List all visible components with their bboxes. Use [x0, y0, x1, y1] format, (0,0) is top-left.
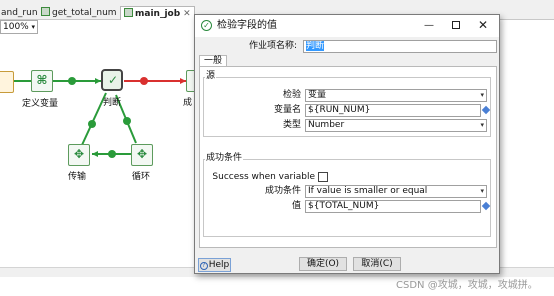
condition-label: 成功条件: [264, 186, 301, 196]
check-field-value-dialog: ✓ 检验字段的值 — ✕ 作业项名称: 判断 一般 源 检验 变量 ▾ 变量名 $…: [194, 14, 500, 274]
value-label: 值: [291, 201, 301, 211]
job-name-input[interactable]: 判断: [303, 40, 497, 53]
hop-ok-badge: [123, 117, 131, 125]
success-when-label: Success when variable: [212, 172, 315, 182]
tab-main-job[interactable]: main_job ✕: [120, 6, 195, 20]
job-icon: [124, 8, 133, 17]
chevron-down-icon: ▾: [31, 23, 35, 31]
cancel-button[interactable]: 取消(C): [353, 257, 401, 271]
zoom-select[interactable]: 100% ▾: [0, 20, 38, 34]
check-icon: ✓: [107, 73, 119, 87]
node-label: 传输: [68, 172, 87, 182]
dialog-titlebar[interactable]: ✓ 检验字段的值 — ✕: [195, 15, 499, 37]
maximize-icon: [452, 21, 460, 29]
arrowhead: [92, 151, 98, 157]
loop-icon: ✥: [136, 147, 148, 161]
transfer-node[interactable]: ✥: [68, 144, 90, 166]
close-tab-icon[interactable]: ✕: [183, 9, 191, 19]
watermark: CSDN @攻城，攻城，攻城拼。: [396, 280, 538, 291]
condition-select[interactable]: If value is smaller or equal ▾: [305, 185, 487, 198]
dialog-title: 检验字段的值: [217, 20, 277, 31]
check-label: 检验: [282, 90, 301, 100]
judge-node[interactable]: ✓: [101, 69, 123, 91]
define-variable-node[interactable]: ⌘: [31, 70, 53, 92]
hop-false-badge: [140, 77, 148, 85]
type-label: 类型: [282, 120, 301, 130]
start-node[interactable]: [0, 71, 14, 93]
variable-name-input[interactable]: ${RUN_NUM}: [305, 104, 481, 117]
node-label: 定义变量: [22, 99, 59, 109]
value-input[interactable]: ${TOTAL_NUM}: [305, 200, 481, 213]
tab-and-run[interactable]: and_run: [0, 6, 41, 20]
success-when-checkbox[interactable]: [318, 172, 328, 182]
check-select[interactable]: 变量 ▾: [305, 89, 487, 102]
success-group-title: 成功条件: [205, 153, 244, 164]
hop-ok-badge: [108, 150, 116, 158]
close-button[interactable]: ✕: [472, 17, 494, 34]
node-label: 成: [183, 98, 193, 108]
job-name-label: 作业项名称:: [248, 41, 297, 51]
check-circle-icon: ✓: [201, 20, 212, 31]
job-icon: [41, 7, 50, 16]
chevron-down-icon: ▾: [480, 121, 484, 129]
loop-node[interactable]: ✥: [131, 144, 153, 166]
maximize-button[interactable]: [445, 17, 467, 34]
help-button[interactable]: ? Help: [198, 258, 231, 272]
chevron-down-icon: ▾: [480, 187, 484, 195]
hop-ok-badge: [68, 77, 76, 85]
transform-icon: ✥: [73, 147, 85, 161]
help-icon: ?: [199, 262, 208, 270]
source-group-title: 源: [205, 71, 217, 82]
variable-icon: ⌘: [36, 73, 48, 87]
chevron-down-icon: ▾: [480, 91, 484, 99]
hop-true-badge: [88, 120, 96, 128]
type-select[interactable]: Number ▾: [305, 119, 487, 132]
tab-get-total-num[interactable]: get_total_num: [38, 6, 120, 20]
ok-button[interactable]: 确定(O): [299, 257, 347, 271]
node-label: 判断: [103, 98, 122, 108]
node-label: 循环: [132, 172, 151, 182]
variable-name-label: 变量名: [273, 105, 301, 115]
minimize-button[interactable]: —: [418, 17, 440, 34]
